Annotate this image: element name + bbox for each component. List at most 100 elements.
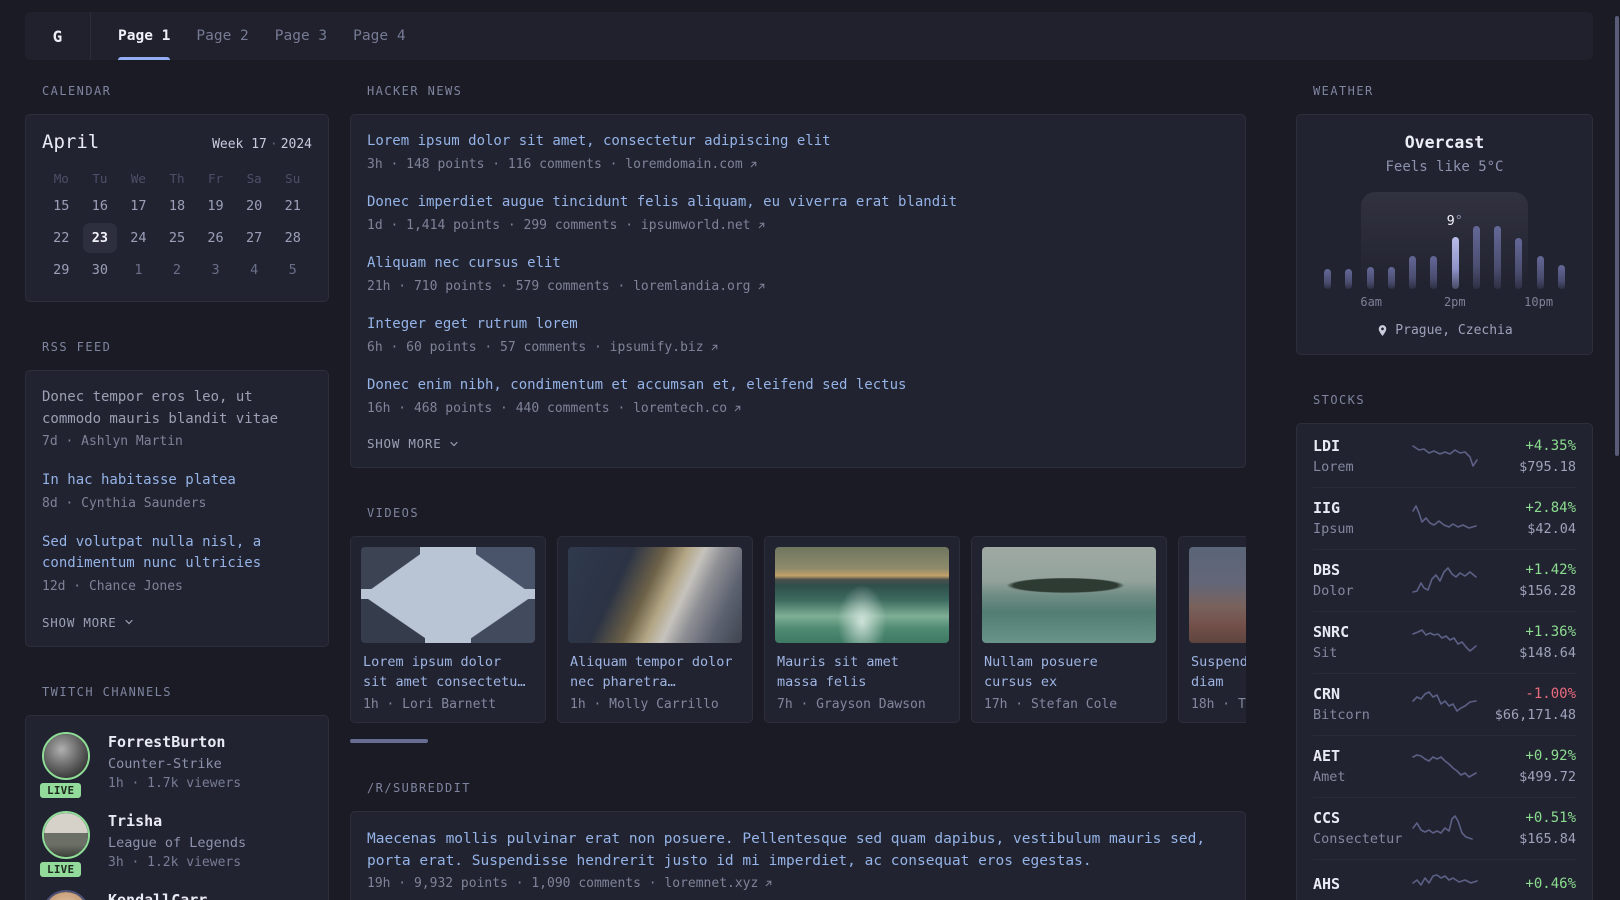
separator-dot: · xyxy=(269,137,278,152)
stock-row[interactable]: CRN Bitcorn -1.00% $66,171.48 xyxy=(1313,673,1576,735)
twitch-channel-name[interactable]: Trisha xyxy=(108,811,246,831)
stock-row[interactable]: DBS Dolor +1.42% $156.28 xyxy=(1313,549,1576,611)
stock-sparkline xyxy=(1411,691,1477,712)
video-card[interactable]: Aliquam tempor dolor nec pharetra… 1h · … xyxy=(557,536,753,723)
hackernews-item-title[interactable]: Integer eget rutrum lorem xyxy=(367,314,1229,335)
hour-label: 6am xyxy=(1360,295,1383,309)
hackernews-item-title[interactable]: Aliquam nec cursus elit xyxy=(367,253,1229,274)
stock-row[interactable]: IIG Ipsum +2.84% $42.04 xyxy=(1313,487,1576,549)
weather-bar xyxy=(1345,269,1353,289)
stock-row[interactable]: LDI Lorem +4.35% $795.18 xyxy=(1313,426,1576,487)
twitch-card: LIVE ForrestBurton Counter-Strike 1h · 1… xyxy=(25,714,329,900)
rss-item-title[interactable]: Donec tempor eros leo, ut commodo mauris… xyxy=(42,387,312,430)
calendar-month: April xyxy=(42,131,100,153)
weather-bars xyxy=(1319,196,1570,289)
weather-feels-like: Feels like 5°C xyxy=(1385,159,1504,175)
calendar-card: April Week 17 · 2024 Mo Tu We Th Fr Sa Su … xyxy=(25,114,329,302)
video-card[interactable]: Lorem ipsum dolor sit amet consectetu… 1… xyxy=(350,536,546,723)
chevron-down-icon xyxy=(448,438,460,450)
weather-bar xyxy=(1387,267,1395,289)
weather-bar xyxy=(1324,269,1331,289)
twitch-channel-row[interactable]: LIVE ForrestBurton Counter-Strike 1h · 1… xyxy=(37,731,312,801)
avatar xyxy=(42,810,90,859)
video-thumbnail[interactable] xyxy=(775,547,949,643)
chevron-down-icon xyxy=(123,616,135,628)
twitch-section-header: TWITCH CHANNELS xyxy=(42,684,172,699)
video-card[interactable]: Mauris sit amet massa felis 7h · Grayson… xyxy=(764,536,960,723)
hackernews-item: Donec enim nibh, condimentum et accumsan… xyxy=(367,375,1229,418)
video-thumbnail[interactable] xyxy=(982,547,1156,643)
weather-bar xyxy=(1430,256,1438,289)
twitch-channel-name[interactable]: KendallCarr xyxy=(108,890,207,900)
rss-item-title[interactable]: Sed volutpat nulla nisl, a condimentum n… xyxy=(42,532,312,575)
stock-change: +1.36% xyxy=(1525,624,1576,640)
hackernews-item: Donec imperdiet augue tincidunt felis al… xyxy=(367,192,1229,235)
external-link-icon xyxy=(763,878,774,889)
calendar-day-next-month: 4 xyxy=(250,262,259,278)
video-title[interactable]: Nullam posuere cursus ex xyxy=(984,652,1152,692)
video-card[interactable]: Suspendisse porta diam 18h · Tara xyxy=(1178,536,1246,723)
carousel-scroll-indicator[interactable] xyxy=(350,739,428,743)
hackernews-show-more-button[interactable]: SHOW MORE xyxy=(367,436,1229,451)
tab-page-4[interactable]: Page 4 xyxy=(340,12,418,60)
weather-hourly-chart: 9° xyxy=(1319,192,1570,289)
stock-name: Lorem xyxy=(1313,459,1354,475)
hackernews-section-header: HACKER NEWS xyxy=(367,84,463,98)
hackernews-item-meta: 6h · 60 points · 57 comments · ipsumify.… xyxy=(367,340,704,355)
stock-ticker: CCS xyxy=(1313,809,1341,827)
stock-ticker: AET xyxy=(1313,747,1341,765)
video-title[interactable]: Mauris sit amet massa felis xyxy=(777,652,945,692)
calendar-day: 29 xyxy=(53,262,70,278)
calendar-section-header: CALENDAR xyxy=(42,84,112,98)
calendar-day-next-month: 5 xyxy=(288,262,297,278)
video-thumbnail[interactable] xyxy=(361,547,535,643)
video-title[interactable]: Aliquam tempor dolor nec pharetra… xyxy=(570,652,738,692)
videos-section-header: VIDEOS xyxy=(367,506,419,520)
video-card[interactable]: Nullam posuere cursus ex 17h · Stefan Co… xyxy=(971,536,1167,723)
rss-show-more-button[interactable]: SHOW MORE xyxy=(42,615,312,630)
hackernews-item-title[interactable]: Donec imperdiet augue tincidunt felis al… xyxy=(367,192,1229,213)
stock-change: +0.46% xyxy=(1525,876,1576,892)
video-title[interactable]: Lorem ipsum dolor sit amet consectetu… xyxy=(363,652,531,692)
video-title[interactable]: Suspendisse porta diam xyxy=(1191,652,1246,692)
twitch-channel-row[interactable]: KendallCarr xyxy=(42,889,312,900)
hackernews-item-meta: 3h · 148 points · 116 comments · loremdo… xyxy=(367,157,743,172)
twitch-channel-name[interactable]: ForrestBurton xyxy=(108,732,241,752)
rss-widget: RSS FEED Donec tempor eros leo, ut commo… xyxy=(25,340,329,647)
weekday-label: Tu xyxy=(92,170,108,186)
stock-row[interactable]: AHS +0.46% xyxy=(1313,859,1576,900)
stock-sparkline xyxy=(1411,567,1477,593)
stock-sparkline xyxy=(1411,815,1473,840)
subreddit-widget: /R/SUBREDDIT Maecenas mollis pulvinar er… xyxy=(350,781,1246,900)
stock-price: $165.84 xyxy=(1519,831,1576,847)
stock-row[interactable]: CCS Consectetur +0.51% $165.84 xyxy=(1313,797,1576,859)
video-meta: 18h · Tara xyxy=(1191,697,1246,712)
stock-name: Dolor xyxy=(1313,583,1354,599)
app-logo[interactable]: G xyxy=(25,12,91,60)
stock-row[interactable]: AET Amet +0.92% $499.72 xyxy=(1313,735,1576,797)
calendar-day-next-month: 1 xyxy=(134,262,143,278)
hour-labels: 6am 2pm 10pm xyxy=(1319,295,1570,311)
stock-price: $156.28 xyxy=(1519,583,1576,599)
video-thumbnail[interactable] xyxy=(568,547,742,643)
hackernews-item-title[interactable]: Lorem ipsum dolor sit amet, consectetur … xyxy=(367,131,1229,152)
weather-condition: Overcast xyxy=(1404,133,1485,152)
rss-item-title[interactable]: In hac habitasse platea xyxy=(42,470,312,492)
weekday-label: Sa xyxy=(246,170,262,186)
twitch-channel-row[interactable]: LIVE Trisha League of Legends 3h · 1.2k … xyxy=(37,810,312,880)
stock-sparkline xyxy=(1411,505,1477,529)
video-thumbnail[interactable] xyxy=(1189,547,1246,643)
tab-page-2[interactable]: Page 2 xyxy=(183,12,261,60)
hackernews-item-title[interactable]: Donec enim nibh, condimentum et accumsan… xyxy=(367,375,1229,396)
rss-card: Donec tempor eros leo, ut commodo mauris… xyxy=(25,370,329,647)
weather-bar xyxy=(1494,226,1502,289)
tab-page-3[interactable]: Page 3 xyxy=(262,12,340,60)
stock-row[interactable]: SNRC Sit +1.36% $148.64 xyxy=(1313,611,1576,673)
videos-widget: VIDEOS Lorem ipsum dolor sit amet consec… xyxy=(350,506,1246,743)
external-link-icon xyxy=(756,281,767,292)
page-scrollbar[interactable] xyxy=(1615,16,1619,456)
stock-change: +1.42% xyxy=(1525,562,1576,578)
subreddit-post-title[interactable]: Maecenas mollis pulvinar erat non posuer… xyxy=(367,828,1229,872)
tab-page-1[interactable]: Page 1 xyxy=(105,12,183,60)
live-badge: LIVE xyxy=(37,858,85,880)
